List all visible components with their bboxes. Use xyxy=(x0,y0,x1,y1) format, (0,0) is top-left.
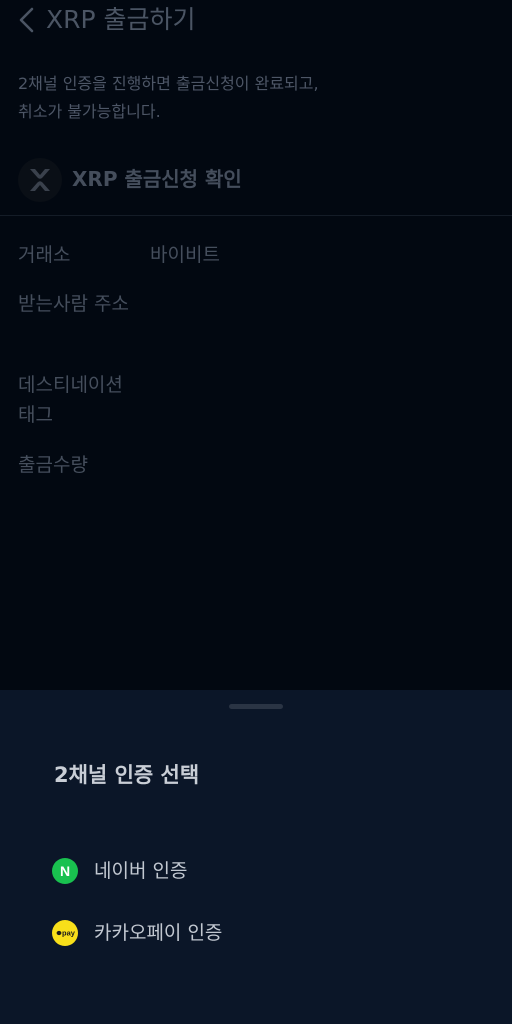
kakaopay-icon-text: pay xyxy=(62,929,76,938)
sheet-grabber-handle[interactable] xyxy=(229,704,283,709)
page-title: XRP 출금하기 xyxy=(46,5,196,34)
back-button[interactable] xyxy=(12,2,42,38)
auth-bottom-sheet: 2채널 인증 선택 N 네이버 인증 pay 카카오페이 인증 xyxy=(0,690,512,1024)
naver-icon: N xyxy=(52,858,78,884)
exchange-label: 거래소 xyxy=(18,244,71,266)
withdraw-page-dimmed: XRP 출금하기 2채널 인증을 진행하면 출금신청이 완료되고, 취소가 불가… xyxy=(0,0,512,690)
naver-auth-label: 네이버 인증 xyxy=(94,860,188,882)
kakaopay-auth-option[interactable]: pay 카카오페이 인증 xyxy=(52,913,452,953)
chevron-left-icon xyxy=(19,7,34,33)
amount-label: 출금수량 xyxy=(18,454,88,476)
destination-tag-label-line2: 태그 xyxy=(18,404,53,426)
sheet-title: 2채널 인증 선택 xyxy=(54,763,200,787)
divider xyxy=(0,215,512,216)
notice-text: 2채널 인증을 진행하면 출금신청이 완료되고, 취소가 불가능합니다. xyxy=(18,70,478,126)
kakaopay-auth-label: 카카오페이 인증 xyxy=(94,922,223,944)
kakaopay-icon: pay xyxy=(52,920,78,946)
naver-auth-option[interactable]: N 네이버 인증 xyxy=(52,851,452,891)
screen: XRP 출금하기 2채널 인증을 진행하면 출금신청이 완료되고, 취소가 불가… xyxy=(0,0,512,1024)
confirm-header: XRP 출금신청 확인 xyxy=(18,156,498,204)
exchange-value: 바이비트 xyxy=(150,244,220,266)
xrp-logo-icon xyxy=(18,158,62,202)
address-label: 받는사람 주소 xyxy=(18,293,129,315)
notice-line-1: 2채널 인증을 진행하면 출금신청이 완료되고, xyxy=(18,74,319,93)
header: XRP 출금하기 xyxy=(0,0,512,44)
destination-tag-label-line1: 데스티네이션 xyxy=(18,374,123,396)
notice-line-2: 취소가 불가능합니다. xyxy=(18,102,161,121)
confirm-title: XRP 출금신청 확인 xyxy=(72,167,242,191)
